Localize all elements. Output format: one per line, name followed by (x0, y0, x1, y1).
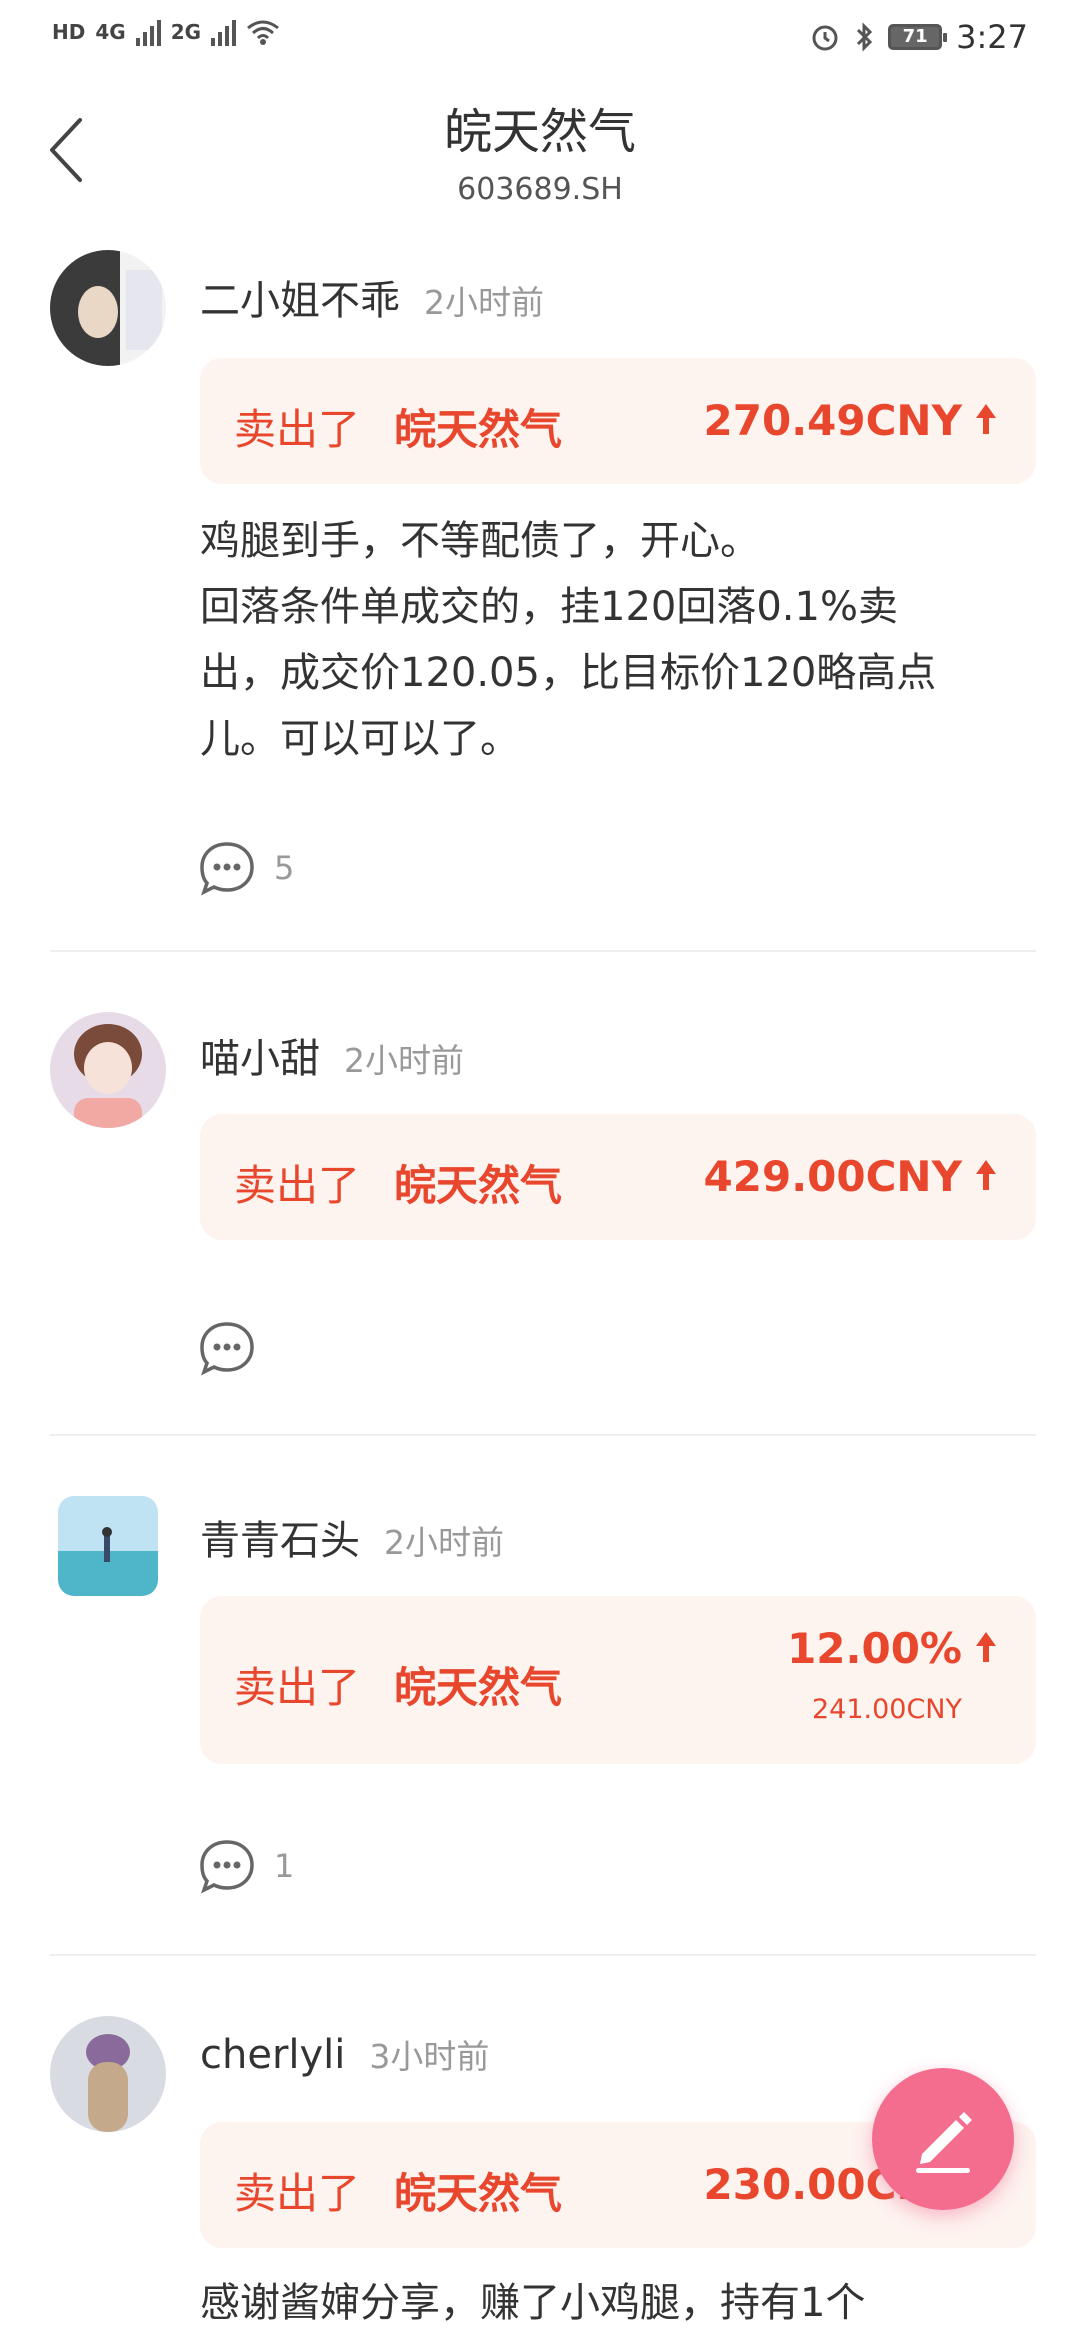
comment-bubble-icon (200, 1840, 254, 1894)
avatar-image (50, 1012, 166, 1128)
trade-price: 429.00CNY (703, 1152, 962, 1201)
post-item: 喵小甜 2小时前 卖出了 皖天然气 429.00CNY (0, 1002, 1080, 1442)
compose-button[interactable] (872, 2068, 1014, 2210)
comment-count: 5 (274, 849, 295, 887)
arrow-up-icon (976, 1632, 996, 1662)
network-2g-label: 2G (170, 20, 202, 44)
divider (50, 1954, 1036, 1956)
status-bar: HD 4G 2G 71 3:27 (0, 0, 1080, 80)
trade-action: 卖出了 (234, 1663, 361, 1712)
comment-button[interactable]: 5 (198, 840, 294, 896)
page-title: 皖天然气 (443, 104, 636, 160)
page-header: 皖天然气 603689.SH (0, 80, 1080, 220)
status-bar-left: HD 4G 2G (52, 18, 280, 46)
trade-return: 12.00% (787, 1624, 962, 1673)
hd-indicator: HD (52, 20, 86, 44)
status-time: 3:27 (956, 18, 1028, 56)
avatar[interactable] (50, 1012, 166, 1128)
network-4g-label: 4G (95, 20, 126, 44)
avatar-image (50, 2016, 166, 2132)
signal-icon (211, 18, 237, 46)
comment-button[interactable]: 1 (198, 1838, 294, 1894)
trade-card[interactable]: 卖出了 皖天然气 12.00% 241.00CNY (200, 1596, 1036, 1764)
trade-price: 241.00CNY (811, 1694, 962, 1725)
divider (50, 950, 1036, 952)
post-content: 感谢酱婶分享，赚了小鸡腿，持有1个 (200, 2270, 1030, 2336)
trade-card[interactable]: 卖出了 皖天然气 429.00CNY (200, 1114, 1036, 1240)
trade-card[interactable]: 卖出了 皖天然气 270.49CNY (200, 358, 1036, 484)
trade-stock-name: 皖天然气 (394, 2169, 563, 2218)
pencil-icon (916, 2112, 972, 2173)
status-bar-right: 71 3:27 (810, 18, 1028, 56)
post-time: 3小时前 (369, 2037, 490, 2076)
author-name: 青青石头 (200, 1518, 360, 1564)
trade-action: 卖出了 (234, 405, 361, 454)
post-author[interactable]: cherlyli 3小时前 (200, 2030, 489, 2078)
post-time: 2小时前 (424, 283, 544, 322)
author-name: 喵小甜 (200, 1036, 320, 1082)
trade-price: 270.49CNY (703, 396, 962, 445)
stock-code: 603689.SH (457, 172, 623, 207)
post-time: 2小时前 (344, 1041, 464, 1080)
bluetooth-icon (857, 22, 873, 52)
comment-button[interactable] (198, 1320, 274, 1376)
comment-bubble-icon (200, 842, 254, 896)
battery-icon: 71 (888, 24, 948, 50)
trade-action: 卖出了 (234, 2169, 361, 2218)
trade-stock-name: 皖天然气 (394, 1663, 563, 1712)
avatar-image (50, 250, 166, 366)
author-name: cherlyli (200, 2032, 346, 2078)
author-name: 二小姐不乖 (200, 278, 400, 324)
content-line: 回落条件单成交的，挂120回落0.1%卖 (200, 584, 898, 630)
content-line: 鸡腿到手，不等配债了，开心。 (200, 518, 760, 564)
signal-icon (135, 18, 161, 46)
post-author[interactable]: 二小姐不乖 2小时前 (200, 268, 544, 326)
trade-action: 卖出了 (234, 1161, 361, 1210)
post-author[interactable]: 喵小甜 2小时前 (200, 1026, 464, 1084)
arrow-up-icon (976, 404, 996, 434)
content-line: 出，成交价120.05，比目标价120略高点 (200, 650, 937, 696)
alarm-icon (812, 25, 838, 51)
avatar[interactable] (50, 250, 166, 366)
avatar[interactable] (58, 1496, 158, 1596)
post-item: 二小姐不乖 2小时前 卖出了 皖天然气 270.49CNY 鸡腿到手，不等配债了，… (0, 240, 1080, 960)
post-author[interactable]: 青青石头 2小时前 (200, 1508, 504, 1566)
comment-bubble-icon (200, 1322, 254, 1376)
comment-count: 1 (274, 1847, 295, 1885)
post-content: 鸡腿到手，不等配债了，开心。 回落条件单成交的，挂120回落0.1%卖 出，成交… (200, 508, 1030, 772)
trade-stock-name: 皖天然气 (394, 405, 563, 454)
avatar-image (58, 1496, 158, 1596)
post-time: 2小时前 (384, 1523, 504, 1562)
wifi-icon (247, 20, 279, 45)
divider (50, 1434, 1036, 1436)
trade-stock-name: 皖天然气 (394, 1161, 563, 1210)
content-line: 儿。可以可以了。 (200, 716, 520, 762)
arrow-up-icon (976, 1160, 996, 1190)
avatar[interactable] (50, 2016, 166, 2132)
content-line: 感谢酱婶分享，赚了小鸡腿，持有1个 (200, 2280, 866, 2326)
post-item: 青青石头 2小时前 卖出了 皖天然气 12.00% 241.00CNY 1 (0, 1484, 1080, 2004)
